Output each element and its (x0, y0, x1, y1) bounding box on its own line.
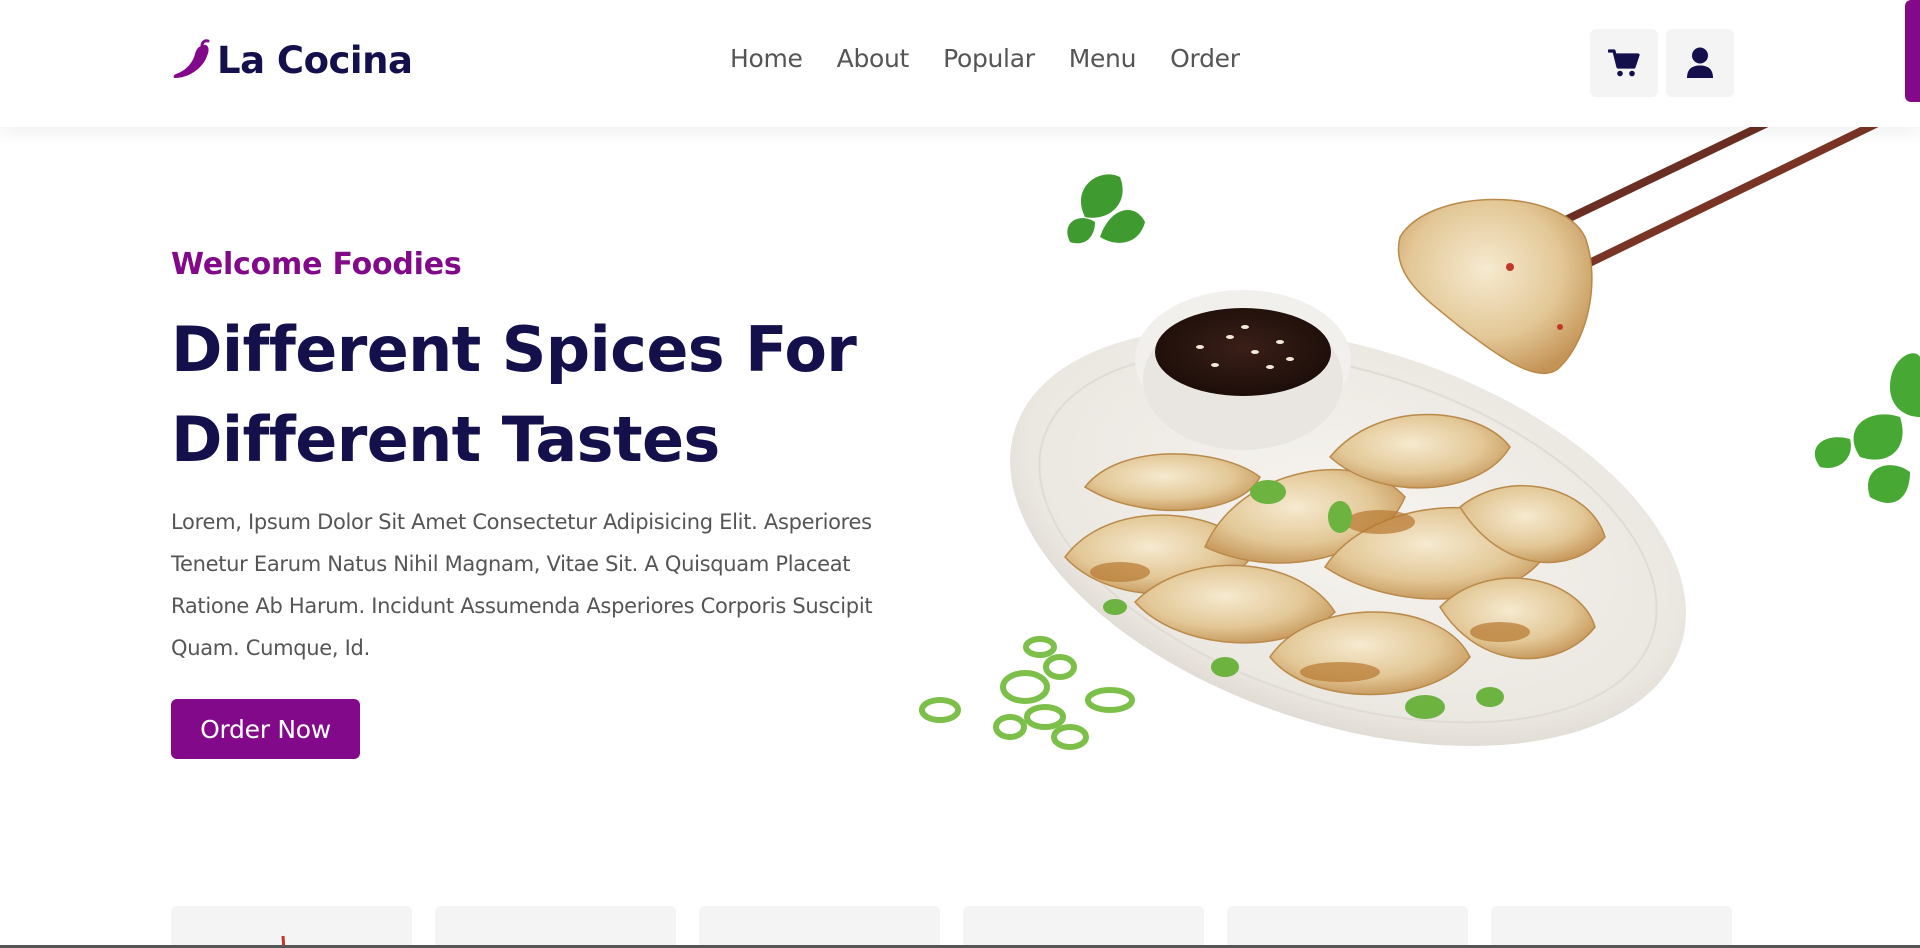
category-card[interactable] (435, 906, 676, 948)
nav-menu[interactable]: Menu (1069, 44, 1137, 73)
user-icon (1687, 47, 1713, 78)
scrollbar-thumb[interactable] (1905, 0, 1920, 102)
site-header: La Cocina Home About Popular Menu Order (0, 0, 1920, 127)
nav-home[interactable]: Home (730, 44, 803, 73)
brand-name: La Cocina (217, 38, 413, 82)
nav-about[interactable]: About (837, 44, 910, 73)
category-image (963, 906, 1204, 948)
user-button[interactable] (1666, 29, 1734, 97)
category-card[interactable] (1491, 906, 1732, 948)
cart-button[interactable] (1590, 29, 1658, 97)
category-card[interactable] (699, 906, 940, 948)
chili-pepper-icon (173, 39, 210, 78)
hero-image (919, 127, 1920, 750)
category-card[interactable] (1227, 906, 1468, 948)
cart-icon (1608, 49, 1640, 77)
hero-title-line-2: Different Tastes (171, 403, 720, 476)
category-card[interactable] (171, 906, 412, 948)
category-card[interactable] (963, 906, 1204, 948)
logo[interactable]: La Cocina (171, 38, 413, 82)
nav-order[interactable]: Order (1170, 44, 1240, 73)
category-image (281, 935, 286, 948)
hero-subtitle: Welcome Foodies (171, 247, 462, 282)
hero-description: Lorem, Ipsum Dolor Sit Amet Consectetur … (171, 510, 873, 660)
hero-title: Different Spices For Different Tastes (171, 305, 971, 485)
main-nav: Home About Popular Menu Order (730, 44, 1274, 73)
category-cards (171, 906, 1732, 948)
hero-title-line-1: Different Spices For (171, 313, 857, 386)
order-now-button[interactable]: Order Now (171, 699, 360, 759)
nav-popular[interactable]: Popular (943, 44, 1035, 73)
